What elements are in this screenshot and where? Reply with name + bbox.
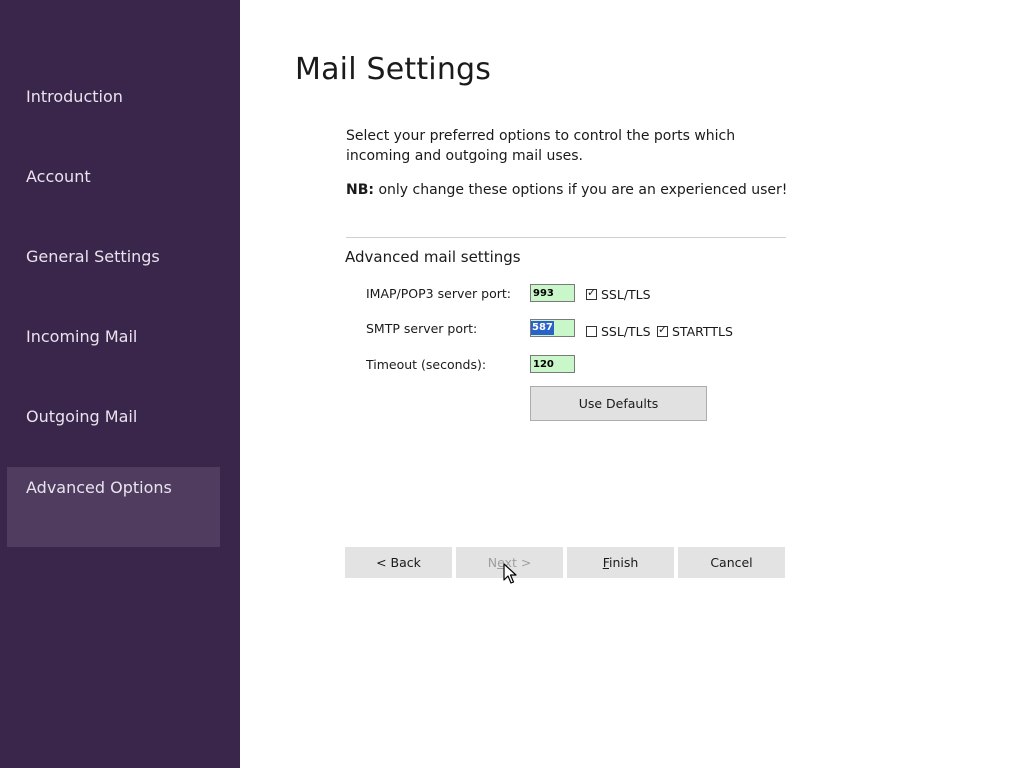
page-title: Mail Settings: [295, 52, 492, 87]
use-defaults-button[interactable]: Use Defaults: [530, 386, 707, 421]
section-title: Advanced mail settings: [345, 248, 521, 266]
sidebar-item-label: Outgoing Mail: [26, 407, 138, 426]
checkbox-box: [586, 326, 597, 337]
next-button[interactable]: Next >: [456, 547, 563, 578]
smtp-port-input[interactable]: [530, 319, 575, 337]
sidebar-item-label: Introduction: [26, 87, 123, 106]
smtp-port-label: SMTP server port:: [366, 321, 478, 336]
use-defaults-label: Use Defaults: [578, 396, 659, 411]
sidebar-item-label: Account: [26, 167, 91, 186]
smtp-starttls-checkbox[interactable]: ✓ STARTTLS: [657, 324, 733, 339]
sidebar-item-label: Advanced Options: [26, 478, 172, 497]
checkbox-box: ✓: [657, 323, 668, 337]
cancel-button[interactable]: Cancel: [678, 547, 785, 578]
intro-text: Select your preferred options to control…: [346, 128, 736, 164]
sidebar-item-outgoing-mail[interactable]: Outgoing Mail: [7, 396, 220, 476]
finish-button-label: Finish: [602, 555, 639, 570]
imap-ssl-label: SSL/TLS: [601, 287, 651, 302]
checkmark-icon: ✓: [658, 323, 668, 336]
imap-port-label: IMAP/POP3 server port:: [366, 286, 511, 301]
timeout-input[interactable]: [530, 355, 575, 373]
checkbox-box: ✓: [586, 286, 597, 300]
checkmark-icon: ✓: [587, 286, 597, 299]
smtp-ssl-label: SSL/TLS: [601, 324, 651, 339]
timeout-label: Timeout (seconds):: [366, 357, 487, 372]
smtp-starttls-label: STARTTLS: [672, 324, 733, 339]
imap-port-input[interactable]: [530, 284, 575, 302]
sidebar-item-introduction[interactable]: Introduction: [7, 76, 220, 156]
sidebar-item-label: General Settings: [26, 247, 160, 266]
imap-ssl-checkbox[interactable]: ✓ SSL/TLS: [586, 287, 651, 302]
sidebar-item-incoming-mail[interactable]: Incoming Mail: [7, 316, 220, 396]
sidebar-item-advanced-options[interactable]: Advanced Options: [7, 467, 220, 547]
warning-note-label: NB:: [346, 182, 374, 198]
setup-wizard-window: Introduction Account General Settings In…: [0, 0, 1024, 768]
back-button[interactable]: < Back: [345, 547, 452, 578]
back-button-label: < Back: [376, 555, 421, 570]
sidebar-item-label: Incoming Mail: [26, 327, 138, 346]
finish-button[interactable]: Finish: [567, 547, 674, 578]
sidebar-item-general-settings[interactable]: General Settings: [7, 236, 220, 316]
cancel-button-label: Cancel: [710, 555, 753, 570]
sidebar-item-account[interactable]: Account: [7, 156, 220, 236]
section-divider: [346, 237, 786, 238]
smtp-ssl-checkbox[interactable]: SSL/TLS: [586, 324, 651, 339]
main-content: Mail Settings Select your preferred opti…: [240, 0, 1024, 768]
next-button-label: Next >: [487, 555, 532, 570]
warning-note-text: only change these options if you are an …: [374, 182, 788, 198]
warning-note: NB: only change these options if you are…: [346, 180, 796, 200]
sidebar: Introduction Account General Settings In…: [0, 0, 240, 768]
